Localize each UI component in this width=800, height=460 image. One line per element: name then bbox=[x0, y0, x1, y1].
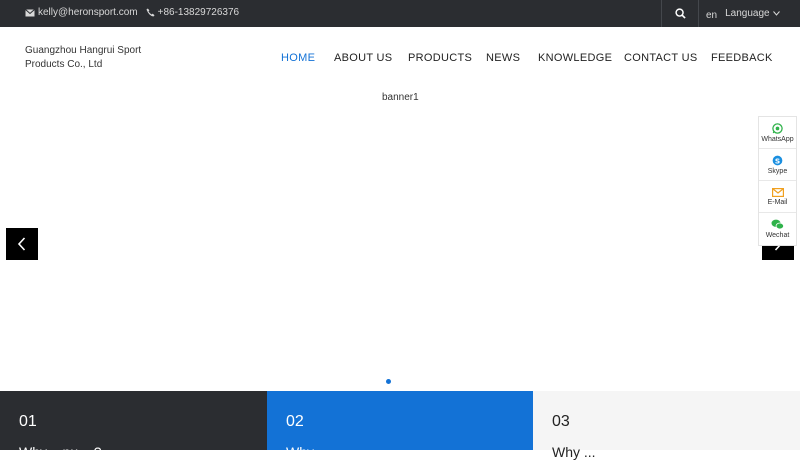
email-label: E-Mail bbox=[767, 198, 788, 206]
nav-knowledge[interactable]: KNOWLEDGE bbox=[538, 52, 612, 64]
feature-blocks: 01 Why ...nu... ? 02 Why ... 03 Why ... bbox=[0, 391, 800, 460]
nav-news[interactable]: NEWS bbox=[486, 52, 520, 64]
nav-about-us[interactable]: ABOUT US bbox=[334, 52, 392, 64]
search-button[interactable] bbox=[662, 0, 698, 27]
skype-button[interactable]: S Skype bbox=[759, 149, 796, 181]
email-text: kelly@heronsport.com bbox=[38, 7, 138, 18]
nav-feedback[interactable]: FEEDBACK bbox=[711, 52, 773, 64]
hero-banner: banner1 bbox=[0, 89, 800, 391]
chevron-down-icon bbox=[772, 11, 780, 16]
skype-label: Skype bbox=[767, 167, 788, 175]
floating-contact-bar: WhatsApp S Skype E-Mail Wechat bbox=[758, 116, 797, 246]
wechat-label: Wechat bbox=[765, 232, 790, 239]
feature-block[interactable]: 02 Why ... bbox=[267, 391, 533, 460]
email-button[interactable]: E-Mail bbox=[759, 181, 796, 213]
whatsapp-label: WhatsApp bbox=[761, 135, 794, 143]
feature-title: Why ...nu... ? bbox=[19, 444, 102, 460]
phone-icon bbox=[146, 8, 155, 17]
language-label: Language bbox=[725, 8, 770, 19]
chevron-left-icon bbox=[17, 237, 26, 251]
whatsapp-icon bbox=[772, 122, 783, 134]
contact-info: kelly@heronsport.com +86-13829726376 bbox=[25, 7, 239, 18]
nav-home[interactable]: HOME bbox=[281, 52, 315, 64]
prev-slide-button[interactable] bbox=[6, 228, 38, 260]
wechat-button[interactable]: Wechat bbox=[759, 213, 796, 245]
nav-products[interactable]: PRODUCTS bbox=[408, 52, 472, 64]
feature-number: 01 bbox=[19, 413, 37, 430]
whatsapp-button[interactable]: WhatsApp bbox=[759, 117, 796, 149]
envelope-icon bbox=[771, 187, 784, 197]
banner-alt-text: banner1 bbox=[382, 92, 419, 103]
feature-block[interactable]: 03 Why ... bbox=[533, 391, 800, 460]
site-header: Guangzhou Hangrui Sport Products Co., Lt… bbox=[0, 27, 800, 89]
feature-block[interactable]: 01 Why ...nu... ? bbox=[0, 391, 267, 460]
envelope-icon bbox=[25, 8, 35, 16]
wechat-icon bbox=[771, 219, 784, 230]
feature-number: 02 bbox=[286, 413, 304, 430]
company-logo[interactable]: Guangzhou Hangrui Sport Products Co., Lt… bbox=[25, 44, 155, 72]
language-code: en bbox=[706, 10, 718, 21]
search-icon bbox=[674, 8, 686, 19]
slide-indicator-dot[interactable] bbox=[386, 379, 391, 384]
feature-title: Why ... bbox=[286, 444, 330, 460]
language-selector[interactable]: en Language bbox=[706, 8, 780, 21]
phone-link[interactable]: +86-13829726376 bbox=[146, 7, 239, 18]
feature-title: Why ... bbox=[552, 444, 596, 460]
phone-text: +86-13829726376 bbox=[157, 7, 240, 18]
skype-icon: S bbox=[772, 155, 783, 165]
top-bar: kelly@heronsport.com +86-13829726376 en … bbox=[0, 0, 800, 27]
feature-number: 03 bbox=[552, 413, 570, 430]
nav-contact-us[interactable]: CONTACT US bbox=[624, 52, 698, 64]
divider bbox=[698, 0, 699, 27]
email-link[interactable]: kelly@heronsport.com bbox=[25, 7, 138, 18]
svg-text:S: S bbox=[775, 156, 780, 165]
